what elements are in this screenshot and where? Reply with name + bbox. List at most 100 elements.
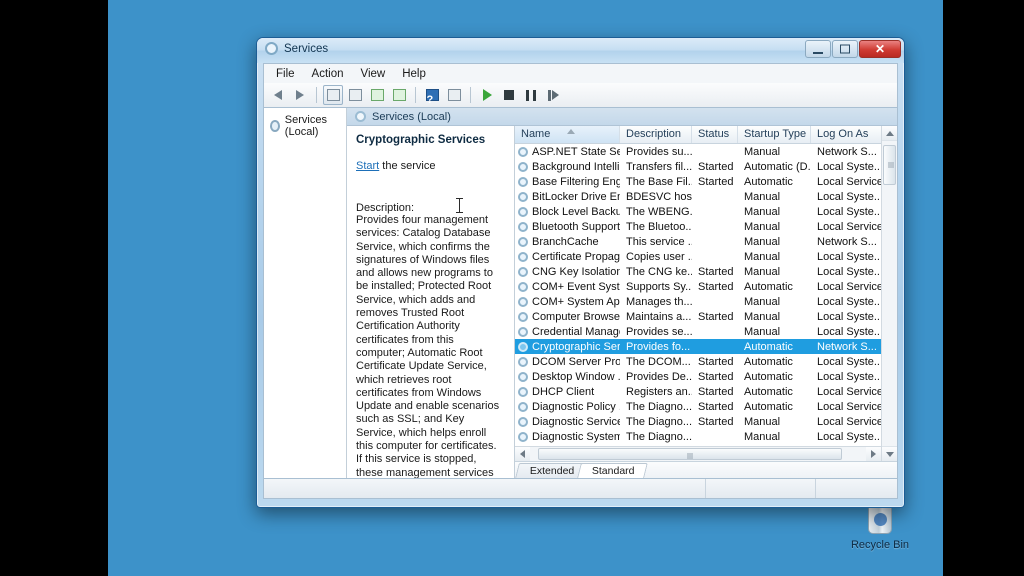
cell-name: Base Filtering Engi... (515, 176, 620, 188)
help-button[interactable]: ? (422, 85, 442, 106)
cell-log-on-as: Local Syste... (817, 295, 881, 308)
minimize-button[interactable] (805, 40, 831, 58)
menu-action[interactable]: Action (304, 66, 352, 82)
table-row[interactable]: Desktop Window ... Provides De... Started A… (515, 369, 881, 384)
status-cell-1 (705, 479, 815, 498)
tree-node-services-local[interactable]: Services (Local) (264, 112, 346, 140)
table-row[interactable]: BranchCache This service ... Manual Network… (515, 234, 881, 249)
scroll-up-button[interactable] (882, 126, 897, 141)
scroll-down-button[interactable] (882, 446, 897, 461)
table-row[interactable]: Diagnostic Service... The Diagno... Starte… (515, 414, 881, 429)
table-row[interactable]: BitLocker Drive En... BDESVC hos... Manual… (515, 189, 881, 204)
vscroll-thumb[interactable] (883, 145, 896, 185)
table-row[interactable]: Base Filtering Engi... The Base Fil... Sta… (515, 174, 881, 189)
cell-log-on-as: Local Syste... (817, 265, 881, 278)
column-header-status[interactable]: Status (692, 126, 738, 143)
menu-bar[interactable]: File Action View Help (263, 63, 898, 83)
start-service-link[interactable]: Start (356, 160, 379, 172)
services-window[interactable]: Services ✕ File Action View Help ? Servi… (256, 37, 905, 508)
toolbar-separator (316, 87, 317, 103)
show-hide-tree-button[interactable] (323, 85, 343, 105)
start-service-button[interactable] (477, 85, 497, 105)
cell-log-on-as: Local Syste... (817, 325, 881, 338)
services-list-pane[interactable]: Name Description Status Startup Type Log… (515, 126, 897, 478)
vertical-scrollbar[interactable] (881, 126, 897, 461)
table-row[interactable]: COM+ Event Syst... Supports Sy... Started A… (515, 279, 881, 294)
menu-file[interactable]: File (268, 66, 303, 82)
cell-name: Cryptographic Ser... (515, 341, 620, 353)
back-button[interactable] (268, 85, 288, 105)
cell-text: Diagnostic System... (532, 430, 620, 443)
table-row[interactable]: Background Intelli... Transfers fil... Sta… (515, 159, 881, 174)
chevron-left-icon (520, 450, 525, 458)
column-header-name[interactable]: Name (515, 126, 620, 143)
menu-view[interactable]: View (353, 66, 394, 82)
cell-status: Started (698, 160, 734, 173)
restart-service-button[interactable] (543, 85, 563, 105)
tab-standard[interactable]: Standard (577, 463, 648, 478)
cell-description: Supports Sy... (626, 280, 692, 293)
cell-description: BDESVC hos... (626, 190, 692, 203)
column-header-startup-type[interactable]: Startup Type (738, 126, 811, 143)
service-icon (518, 296, 528, 307)
cell-description: The CNG ke... (626, 265, 692, 278)
stop-service-button[interactable] (499, 85, 519, 105)
tree-pane-icon (326, 89, 340, 101)
export-icon (392, 89, 406, 101)
description-text: Provides four management services: Catal… (356, 214, 500, 478)
properties-button[interactable] (345, 85, 365, 105)
toolbar[interactable]: ? (263, 83, 898, 107)
view-tabs[interactable]: Extended Standard (515, 461, 897, 478)
column-header-log-on-as[interactable]: Log On As (811, 126, 881, 143)
table-row[interactable]: Diagnostic Policy ... The Diagno... Starte… (515, 399, 881, 414)
table-row[interactable]: Credential Manager Provides se... Manual Lo… (515, 324, 881, 339)
scroll-right-button[interactable] (866, 447, 881, 461)
table-row[interactable]: Bluetooth Support... The Bluetoo... Manual… (515, 219, 881, 234)
cell-text: Credential Manager (532, 325, 620, 338)
show-hide-action-pane-button[interactable] (444, 85, 464, 105)
pause-service-button[interactable] (521, 85, 541, 105)
vscroll-track[interactable] (882, 141, 897, 446)
table-row[interactable]: Computer Browser Maintains a... Started Man… (515, 309, 881, 324)
console-tree-pane[interactable]: Services (Local) (264, 108, 347, 478)
table-row[interactable]: Diagnostic System... The Diagno... Manual L… (515, 429, 881, 444)
cell-log-on-as: Local Syste... (817, 355, 881, 368)
cell-log-on-as: Local Service (817, 220, 881, 233)
hscroll-track[interactable] (530, 447, 866, 461)
desktop[interactable]: desktop desktop Recycle Bin Services (108, 0, 943, 576)
table-row[interactable]: DHCP Client Registers an... Started Automat… (515, 384, 881, 399)
table-row[interactable]: ASP.NET State Ser... Provides su... Manual… (515, 144, 881, 159)
table-row[interactable]: COM+ System Ap... Manages th... Manual Loca… (515, 294, 881, 309)
column-header-description[interactable]: Description (620, 126, 692, 143)
tab-extended[interactable]: Extended (515, 463, 588, 478)
service-icon (518, 251, 528, 262)
cell-log-on-as: Local Syste... (817, 430, 881, 443)
window-controls[interactable]: ✕ (805, 40, 901, 58)
table-row[interactable]: DCOM Server Pro... The DCOM... Started Auto… (515, 354, 881, 369)
cell-name: Diagnostic System... (515, 431, 620, 443)
table-row[interactable]: Cryptographic Ser... Provides fo... Automa… (515, 339, 881, 354)
menu-help[interactable]: Help (394, 66, 434, 82)
services-list-body[interactable]: ASP.NET State Ser... Provides su... Manual… (515, 144, 881, 446)
forward-button[interactable] (290, 85, 310, 105)
status-text (264, 479, 705, 498)
cell-text: Diagnostic Policy ... (532, 400, 620, 413)
cell-log-on-as: Local Syste... (817, 310, 881, 323)
export-list-button[interactable] (389, 85, 409, 105)
list-header-row[interactable]: Name Description Status Startup Type Log… (515, 126, 881, 144)
action-pane-icon (447, 89, 461, 101)
cell-name: Block Level Backu... (515, 206, 620, 218)
horizontal-scrollbar[interactable] (515, 446, 881, 461)
table-row[interactable]: Certificate Propag... Copies user ... Manu… (515, 249, 881, 264)
close-button[interactable]: ✕ (859, 40, 901, 58)
refresh-button[interactable] (367, 85, 387, 105)
table-row[interactable]: Block Level Backu... The WBENG... Manual Lo… (515, 204, 881, 219)
service-icon (518, 401, 528, 412)
cell-log-on-as: Local Syste... (817, 205, 881, 218)
maximize-button[interactable] (832, 40, 858, 58)
cell-startup-type: Automatic (744, 370, 793, 383)
hscroll-thumb[interactable] (538, 448, 842, 460)
title-bar[interactable]: Services ✕ (257, 38, 904, 63)
scroll-left-button[interactable] (515, 447, 530, 461)
table-row[interactable]: CNG Key Isolation The CNG ke... Started Man… (515, 264, 881, 279)
